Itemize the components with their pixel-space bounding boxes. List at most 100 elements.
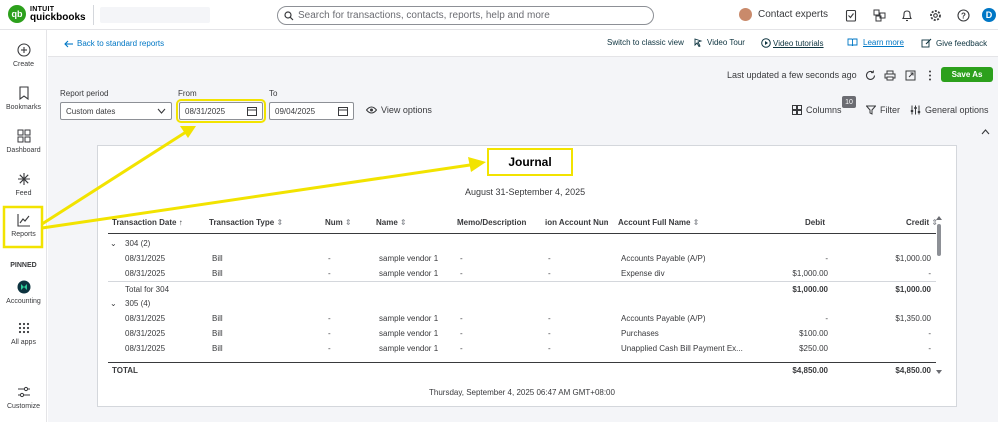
col-memo[interactable]: Memo/Description [457,218,526,227]
chevron-up-icon[interactable] [981,129,990,135]
report-period-select[interactable]: Custom dates [60,102,172,120]
cell-account-num: - [548,254,551,263]
calendar-icon[interactable] [338,106,348,116]
company-name-redacted[interactable] [100,7,210,23]
learn-more-link[interactable]: Learn more [847,38,904,47]
table-scrollbar[interactable] [935,215,943,375]
export-icon[interactable] [903,68,917,82]
nav-dashboard[interactable]: Dashboard [0,128,47,154]
chevron-down-icon [157,108,166,114]
nav-bookmarks[interactable]: Bookmarks [0,85,47,111]
col-transaction-type[interactable]: Transaction Type ⇕ [209,218,283,227]
scroll-down-arrow-icon[interactable] [935,369,943,375]
view-options-label: View options [381,105,432,115]
print-icon[interactable] [883,68,897,82]
back-to-reports-link[interactable]: Back to standard reports [64,39,164,48]
col-name[interactable]: Name ⇕ [376,218,407,227]
nav-bookmarks-label: Bookmarks [5,104,41,111]
apps-switcher-icon[interactable] [871,7,887,23]
nav-feed-label: Feed [15,190,32,197]
nav-dashboard-label: Dashboard [6,147,41,154]
nav-accounting[interactable]: Accounting [0,279,47,305]
report-subbar: Back to standard reports Switch to class… [48,31,998,57]
cell-date: 08/31/2025 [125,269,166,278]
give-feedback-link[interactable]: Give feedback [921,38,987,48]
nav-reports[interactable]: Reports [0,212,47,238]
group-row-305[interactable]: ⌄ 305 (4) [108,296,936,311]
calendar-icon[interactable] [247,106,257,116]
general-options-button[interactable]: General options [910,105,989,115]
scroll-up-arrow-icon[interactable] [935,215,943,221]
total-debit: $1,000.00 [792,285,828,294]
cell-credit: - [928,269,931,278]
cell-date: 08/31/2025 [125,314,166,323]
tasks-icon[interactable] [843,7,859,23]
save-as-button[interactable]: Save As [941,67,993,82]
table-row[interactable]: 08/31/2025 Bill - sample vendor 1 - - Pu… [108,326,936,341]
global-search[interactable] [277,6,654,25]
report-title: Journal [487,148,573,176]
col-debit[interactable]: Debit [805,218,825,227]
cell-date: 08/31/2025 [125,329,166,338]
svg-text:?: ? [961,11,966,20]
video-tutorials-link[interactable]: Video tutorials [761,38,824,48]
video-tour-link[interactable]: Video Tour [694,38,745,47]
nav-feed[interactable]: Feed [0,171,47,197]
group-chevron-icon[interactable]: ⌄ [110,239,117,248]
cell-memo: - [460,344,463,353]
help-icon[interactable]: ? [955,7,971,23]
sort-icon: ⇕ [400,218,407,227]
dashboard-grid-icon [16,128,32,144]
nav-all-apps-label: All apps [11,339,36,346]
group-chevron-icon[interactable]: ⌄ [110,299,117,308]
col-transaction-date[interactable]: Transaction Date ↑ [112,218,183,227]
view-options-button[interactable]: View options [366,105,432,115]
report-timestamp: Thursday, September 4, 2025 06:47 AM GMT… [429,388,615,397]
nav-create-label: Create [12,61,34,68]
col-account-num[interactable]: ion Account Num [545,218,608,227]
sparkle-feed-icon [16,171,32,187]
scroll-thumb[interactable] [937,224,941,256]
col-account-full-name[interactable]: Account Full Name ⇕ [618,218,699,227]
contact-experts-label: Contact experts [758,9,829,20]
to-date-value: 09/04/2025 [275,106,316,116]
cell-account: Accounts Payable (A/P) [621,314,706,323]
reports-chart-icon [16,212,32,228]
group-row-304[interactable]: ⌄ 304 (2) [108,236,936,251]
logo-divider [93,5,94,25]
table-row[interactable]: 08/31/2025 Bill - sample vendor 1 - - Ex… [108,266,936,281]
table-row[interactable]: 08/31/2025 Bill - sample vendor 1 - - Ac… [108,251,936,266]
nav-create[interactable]: Create [0,42,47,68]
grand-total-label: TOTAL [112,366,138,375]
nav-all-apps[interactable]: All apps [0,320,47,346]
cell-account: Unapplied Cash Bill Payment Ex... [621,344,743,353]
sliders-icon [16,384,32,400]
bookmark-icon [16,85,32,101]
group-total-row: Total for 304 $1,000.00 $1,000.00 [108,281,936,296]
nav-customize[interactable]: Customize [0,384,47,410]
table-row[interactable]: 08/31/2025 Bill - sample vendor 1 - - Un… [108,341,936,356]
more-vertical-icon[interactable] [923,68,937,82]
cell-num: - [328,254,331,263]
table-row[interactable]: 08/31/2025 Bill - sample vendor 1 - - Ac… [108,311,936,326]
filter-button[interactable]: Filter [866,105,900,115]
columns-grid-icon [792,105,802,115]
user-avatar[interactable]: D [982,8,996,22]
cell-name: sample vendor 1 [379,314,439,323]
quickbooks-logo[interactable]: qb INTUIT quickbooks [8,5,86,23]
col-num[interactable]: Num ⇕ [325,218,352,227]
contact-experts-button[interactable]: Contact experts [739,8,828,21]
to-date-input[interactable]: 09/04/2025 [269,102,354,120]
notifications-bell-icon[interactable] [899,7,915,23]
learn-more-label: Learn more [863,38,904,47]
settings-gear-icon[interactable] [927,7,943,23]
col-credit[interactable]: Credit ⇕ [906,218,938,227]
columns-button[interactable]: Columns [792,105,842,115]
search-input[interactable] [298,10,638,21]
switch-classic-view-link[interactable]: Switch to classic view [607,38,684,47]
cell-name: sample vendor 1 [379,344,439,353]
from-date-input[interactable]: 08/31/2025 [176,99,266,123]
refresh-icon[interactable] [863,68,877,82]
grand-total-credit: $4,850.00 [895,366,931,375]
general-options-label: General options [925,105,989,115]
